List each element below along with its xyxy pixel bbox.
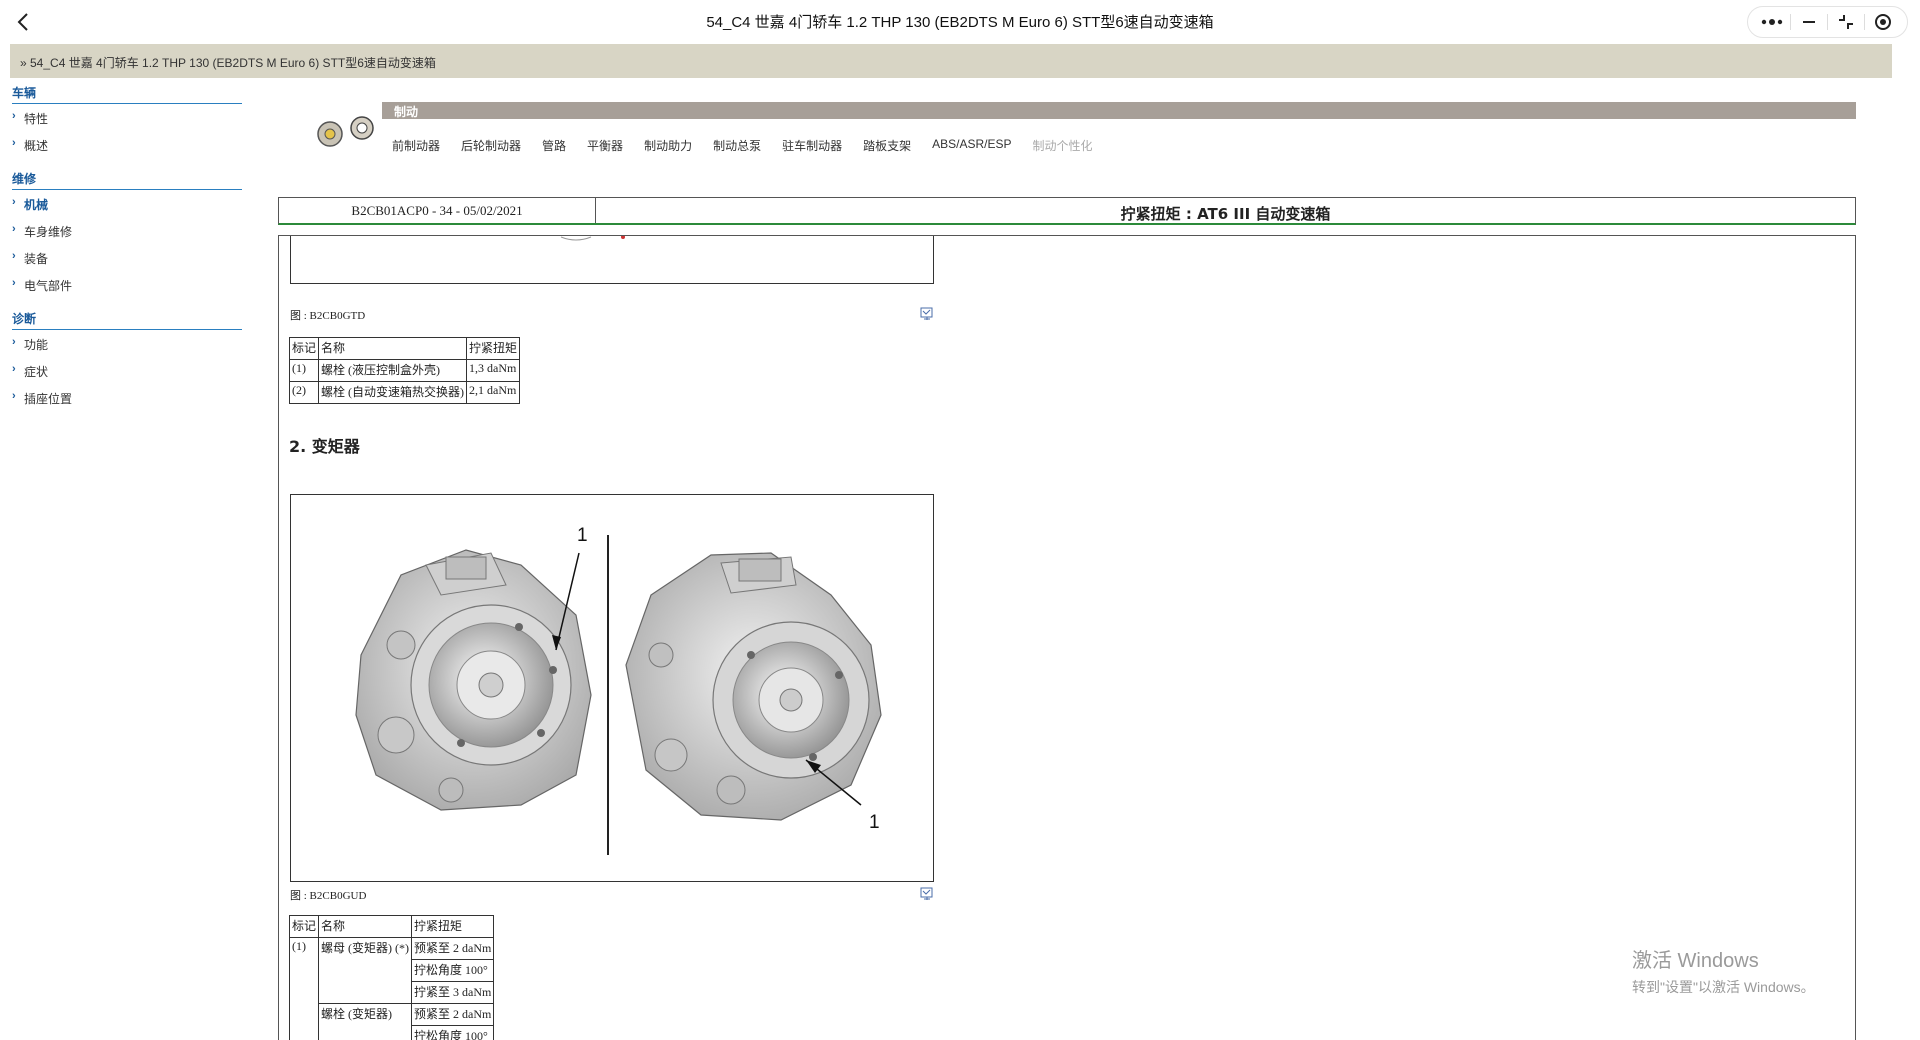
sidebar-header: 维修 — [12, 170, 242, 190]
sidebar-item-symptoms[interactable]: › 症状 — [12, 363, 242, 390]
table-cell: (1) — [288, 937, 320, 1040]
document-header: B2CB01ACP0 - 34 - 05/02/2021 拧紧扭矩 : AT6 … — [278, 197, 1856, 225]
sidebar-item-overview[interactable]: › 概述 — [12, 137, 242, 164]
sidebar-header: 诊断 — [12, 310, 242, 330]
chevron-right-icon: › — [12, 137, 16, 149]
table-header-row: 标记 名称 拧紧扭矩 — [288, 915, 495, 938]
figure-b2cb0gtd — [290, 236, 934, 284]
sidebar-header: 车辆 — [12, 84, 242, 104]
table-header-cell: 拧紧扭矩 — [466, 337, 521, 360]
table-header-cell: 拧紧扭矩 — [411, 915, 495, 938]
tab-front-brake[interactable]: 前制动器 — [392, 137, 440, 154]
torque-table-2: 标记 名称 拧紧扭矩 (1) 螺母 (变矩器) (*) 预紧至 2 daNm 拧… — [288, 915, 495, 1040]
minimize-icon[interactable] — [1791, 8, 1827, 36]
chevron-right-icon: › — [12, 277, 16, 289]
table-cell: 拧松角度 100° — [411, 1025, 495, 1040]
tab-parking-brake[interactable]: 驻车制动器 — [782, 137, 842, 154]
title-bar: 54_C4 世嘉 4门轿车 1.2 THP 130 (EB2DTS M Euro… — [0, 0, 1920, 44]
document-body[interactable]: 图 : B2CB0GTD 标记 名称 拧紧扭矩 (1) 螺栓 (液压控制盒外壳)… — [278, 235, 1856, 1040]
brake-system-icons — [316, 116, 380, 152]
watermark-subtitle: 转到"设置"以激活 Windows。 — [1632, 979, 1815, 995]
zoom-icon[interactable] — [920, 307, 934, 321]
table-cell: 螺栓 (液压控制盒外壳) — [318, 359, 468, 382]
chevron-right-icon: › — [12, 363, 16, 375]
table-cell: 2,1 daNm — [466, 381, 521, 404]
callout-label-right: 1 — [869, 812, 880, 833]
sidebar-item-mechanical[interactable]: › 机械 — [12, 196, 242, 223]
sidebar-section-vehicle: 车辆 › 特性 › 概述 — [12, 84, 242, 164]
chevron-right-icon: › — [12, 336, 16, 348]
table-cell: (2) — [288, 381, 320, 404]
gearbox-right — [625, 552, 882, 821]
tab-brake-personalization: 制动个性化 — [1032, 139, 1093, 153]
table-header-cell: 名称 — [318, 915, 413, 938]
sidebar-section-diagnosis: 诊断 › 功能 › 症状 › 插座位置 — [12, 310, 242, 417]
torque-converter-illustration: 1 1 — [355, 525, 882, 855]
figure-b2cb0gud: 1 1 — [290, 494, 934, 882]
table-cell: 1,3 daNm — [466, 359, 521, 382]
chevron-right-icon: › — [12, 110, 16, 122]
table-cell: (1) — [288, 359, 320, 382]
table-cell: 螺栓 (自动变速箱热交换器) — [318, 381, 468, 404]
record-icon[interactable] — [1865, 8, 1901, 36]
more-options-icon[interactable] — [1754, 8, 1790, 36]
breadcrumb-link[interactable]: » 54_C4 世嘉 4门轿车 1.2 THP 130 (EB2DTS M Eu… — [20, 56, 436, 70]
section-heading: 2. 变矩器 — [289, 437, 360, 456]
table-cell: 螺母 (变矩器) (*) — [318, 937, 413, 1004]
tab-abs-asr-esp[interactable]: ABS/ASR/ESP — [932, 137, 1011, 154]
sidebar-item-functions[interactable]: › 功能 — [12, 336, 242, 363]
tab-brake-booster[interactable]: 制动助力 — [644, 137, 692, 154]
gearbox-left — [355, 549, 592, 811]
table-header-row: 标记 名称 拧紧扭矩 — [288, 337, 521, 360]
sidebar-item-equipment[interactable]: › 装备 — [12, 250, 242, 277]
sidebar: 车辆 › 特性 › 概述 维修 › 机械 › 车身维修 › 装备 › 电气部件 诊断 › 功能… — [12, 84, 242, 423]
table-header-cell: 名称 — [318, 337, 468, 360]
brake-category-bar: 制动 — [382, 102, 1856, 119]
watermark-title: 激活 Windows — [1632, 950, 1759, 972]
torque-table-1: 标记 名称 拧紧扭矩 (1) 螺栓 (液压控制盒外壳) 1,3 daNm (2)… — [288, 337, 521, 404]
figure-caption: 图 : B2CB0GUD — [290, 890, 367, 902]
sidebar-item-body-repair[interactable]: › 车身维修 — [12, 223, 242, 250]
table-cell: 预紧至 2 daNm — [411, 1003, 495, 1026]
tab-rear-brake[interactable]: 后轮制动器 — [461, 137, 521, 154]
restore-icon[interactable] — [1828, 8, 1864, 36]
sidebar-item-electrical[interactable]: › 电气部件 — [12, 277, 242, 304]
chevron-right-icon: › — [12, 223, 16, 235]
tab-pedal-bracket[interactable]: 踏板支架 — [863, 137, 911, 154]
table-row: (1) 螺栓 (液压控制盒外壳) 1,3 daNm — [288, 359, 521, 382]
window-controls — [1747, 6, 1908, 38]
document-reference: B2CB01ACP0 - 34 - 05/02/2021 — [279, 198, 596, 223]
table-header-cell: 标记 — [288, 337, 320, 360]
table-row: (2) 螺栓 (自动变速箱热交换器) 2,1 daNm — [288, 381, 521, 404]
table-row: 螺栓 (变矩器) 预紧至 2 daNm — [290, 1003, 495, 1040]
chevron-right-icon: › — [12, 390, 16, 402]
chevron-right-icon: › — [12, 250, 16, 262]
table-cell: 螺栓 (变矩器) — [318, 1003, 413, 1040]
tab-master-cylinder[interactable]: 制动总泵 — [713, 137, 761, 154]
brake-tabs: 前制动器 后轮制动器 管路 平衡器 制动助力 制动总泵 驻车制动器 踏板支架 A… — [392, 137, 1114, 154]
tab-compensator[interactable]: 平衡器 — [587, 137, 623, 154]
zoom-icon[interactable] — [920, 887, 934, 901]
tab-pipes[interactable]: 管路 — [542, 137, 566, 154]
table-header-cell: 标记 — [288, 915, 320, 938]
sidebar-item-connector-location[interactable]: › 插座位置 — [12, 390, 242, 417]
breadcrumb: » 54_C4 世嘉 4门轿车 1.2 THP 130 (EB2DTS M Eu… — [10, 44, 1892, 78]
figure-caption: 图 : B2CB0GTD — [290, 310, 366, 322]
chevron-right-icon: › — [12, 196, 16, 208]
sidebar-item-characteristics[interactable]: › 特性 — [12, 110, 242, 137]
table-cell: 拧松角度 100° — [411, 959, 495, 982]
table-cell: 拧紧至 3 daNm — [411, 981, 495, 1004]
window-title: 54_C4 世嘉 4门轿车 1.2 THP 130 (EB2DTS M Euro… — [706, 14, 1214, 31]
windows-activation-watermark: 激活 Windows 转到"设置"以激活 Windows。 — [1632, 944, 1815, 997]
sidebar-section-repair: 维修 › 机械 › 车身维修 › 装备 › 电气部件 — [12, 170, 242, 304]
table-cell: 预紧至 2 daNm — [411, 937, 495, 960]
document-title: 拧紧扭矩 : AT6 III 自动变速箱 — [1120, 205, 1331, 223]
table-row: (1) 螺母 (变矩器) (*) 预紧至 2 daNm — [288, 937, 495, 1040]
callout-label-left: 1 — [577, 525, 588, 546]
